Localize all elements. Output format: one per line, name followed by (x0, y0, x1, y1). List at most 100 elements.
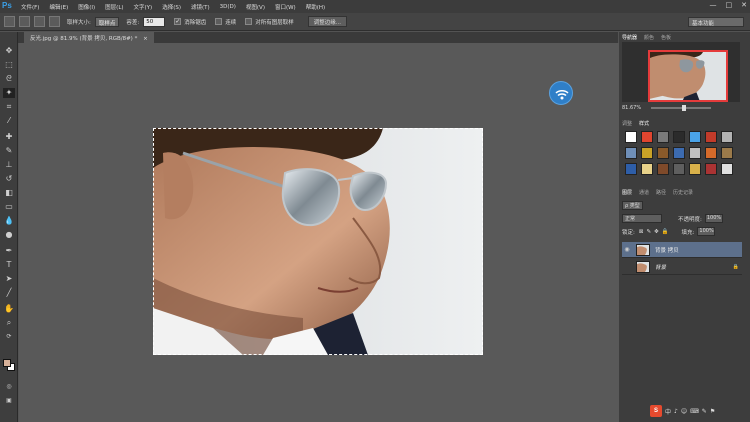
style-swatch[interactable] (657, 147, 669, 159)
pen-icon[interactable]: ✎ (702, 408, 707, 415)
quick-mask-icon[interactable]: ◎ (3, 382, 15, 392)
style-swatch[interactable] (721, 131, 733, 143)
history-brush-tool-icon[interactable]: ↺ (3, 174, 15, 184)
style-swatch[interactable] (625, 147, 637, 159)
tab-styles[interactable]: 样式 (639, 120, 649, 129)
style-swatch[interactable] (705, 131, 717, 143)
menu-view[interactable]: 视图(V) (241, 3, 270, 11)
style-swatch[interactable] (625, 163, 637, 175)
dodge-tool-icon[interactable]: ● (3, 230, 15, 240)
type-tool-icon[interactable]: T (3, 260, 15, 270)
subtract-selection-icon[interactable] (49, 16, 60, 27)
menu-layer[interactable]: 图层(L) (100, 3, 128, 11)
zoom-tool-icon[interactable]: ⌕ (3, 318, 15, 328)
keyboard-icon[interactable]: ⌨ (690, 408, 699, 415)
flag-icon[interactable]: ⚑ (710, 408, 715, 415)
layer-row-background-copy[interactable]: ◉ 背景 拷贝 (622, 242, 742, 258)
tab-history[interactable]: 历史记录 (673, 189, 693, 198)
sample-all-layers-checkbox[interactable] (245, 18, 253, 25)
style-swatch[interactable] (641, 163, 653, 175)
eye-icon[interactable]: ◉ (622, 246, 632, 253)
layer-name[interactable]: 背景 拷贝 (655, 246, 679, 254)
tolerance-input[interactable]: 50 (143, 16, 166, 27)
layer-name[interactable]: 背景 (655, 263, 666, 271)
navigator-view-frame[interactable] (648, 50, 728, 102)
zoom-level[interactable]: 81.67% (622, 105, 641, 111)
menu-window[interactable]: 窗口(W) (270, 3, 301, 11)
tab-channels[interactable]: 通道 (639, 189, 649, 198)
lock-icons[interactable]: ⊠✎✥🔒 (639, 229, 672, 235)
style-swatch[interactable] (721, 147, 733, 159)
magic-wand-tool-icon[interactable]: ✦ (3, 88, 15, 98)
new-selection-icon[interactable] (19, 16, 30, 27)
document-tab[interactable]: 反光.jpg @ 81.9% (背景 拷贝, RGB/8#) * × (24, 32, 154, 43)
marquee-tool-icon[interactable]: ⬚ (3, 60, 15, 70)
brush-tool-icon[interactable]: ✎ (3, 146, 15, 156)
layer-row-background[interactable]: 背景 🔒 (622, 259, 742, 275)
document-image[interactable] (153, 128, 483, 355)
emoji-icon[interactable]: ☺ (681, 408, 687, 415)
canvas-area[interactable] (19, 43, 619, 422)
style-swatch[interactable] (673, 163, 685, 175)
tab-paths[interactable]: 路径 (656, 189, 666, 198)
style-swatch[interactable] (689, 147, 701, 159)
menu-edit[interactable]: 编辑(E) (44, 3, 73, 11)
navigator-panel[interactable] (622, 42, 740, 102)
clone-stamp-tool-icon[interactable]: ⊥ (3, 160, 15, 170)
workspace-select[interactable]: 基本功能 (688, 17, 744, 27)
sound-icon[interactable]: ♪ (674, 408, 678, 415)
chinese-input-icon[interactable]: 中 (665, 407, 671, 416)
eraser-tool-icon[interactable]: ◧ (3, 188, 15, 198)
fill-input[interactable]: 100% (697, 227, 716, 236)
style-swatch[interactable] (625, 131, 637, 143)
screen-mode-icon[interactable]: ▣ (3, 396, 15, 406)
style-swatch[interactable] (705, 163, 717, 175)
zoom-slider[interactable] (651, 105, 712, 111)
hand-tool-icon[interactable]: ✋ (3, 304, 15, 314)
menu-image[interactable]: 图像(I) (73, 3, 100, 11)
style-swatch[interactable] (673, 147, 685, 159)
path-selection-tool-icon[interactable]: ➤ (3, 274, 15, 284)
document-close-icon[interactable]: × (143, 36, 148, 42)
style-swatch[interactable] (689, 163, 701, 175)
opacity-input[interactable]: 100% (704, 214, 723, 223)
style-swatch[interactable] (673, 131, 685, 143)
sample-size-select[interactable]: 取样点 (94, 16, 120, 27)
eyedropper-tool-icon[interactable]: ⁄ (3, 116, 15, 126)
tab-layers[interactable]: 图层 (622, 189, 632, 198)
antialias-checkbox[interactable]: ✓ (174, 18, 182, 25)
healing-brush-tool-icon[interactable]: ✚ (3, 132, 15, 142)
maximize-icon[interactable]: □ (726, 1, 733, 9)
style-swatch[interactable] (705, 147, 717, 159)
style-swatch[interactable] (657, 131, 669, 143)
menu-type[interactable]: 文字(Y) (129, 3, 158, 11)
blend-mode-select[interactable]: 正常 (622, 214, 662, 223)
style-swatch[interactable] (721, 163, 733, 175)
gradient-tool-icon[interactable]: ▭ (3, 202, 15, 212)
line-tool-icon[interactable]: ╱ (3, 288, 15, 298)
close-icon[interactable]: ✕ (741, 1, 747, 9)
input-method-icon[interactable]: S (650, 405, 662, 417)
menu-select[interactable]: 选择(S) (157, 3, 186, 11)
menu-3d[interactable]: 3D(D) (215, 4, 241, 10)
zoom-slider-knob[interactable] (682, 105, 687, 111)
style-swatch[interactable] (689, 131, 701, 143)
magic-wand-preset-icon[interactable] (4, 16, 15, 27)
menu-help[interactable]: 帮助(H) (301, 3, 330, 11)
style-swatch[interactable] (641, 147, 653, 159)
style-swatch[interactable] (657, 163, 669, 175)
foreground-color-swatch[interactable] (3, 359, 11, 367)
refine-edge-button[interactable]: 调整边缘... (307, 16, 348, 27)
add-selection-icon[interactable] (34, 16, 45, 27)
rotate-view-tool-icon[interactable]: ⟳ (3, 332, 15, 342)
contiguous-checkbox[interactable] (215, 18, 223, 25)
menu-filter[interactable]: 滤镜(T) (186, 3, 215, 11)
pen-tool-icon[interactable]: ✒ (3, 246, 15, 256)
layer-filter-select[interactable]: ρ 类型 (622, 201, 643, 210)
lasso-tool-icon[interactable]: ᘓ (3, 74, 15, 84)
minimize-icon[interactable]: — (710, 1, 717, 9)
crop-tool-icon[interactable]: ⌗ (3, 102, 15, 112)
tab-adjustments[interactable]: 调整 (622, 120, 632, 129)
wifi-overlay-icon[interactable] (549, 81, 573, 105)
style-swatch[interactable] (641, 131, 653, 143)
